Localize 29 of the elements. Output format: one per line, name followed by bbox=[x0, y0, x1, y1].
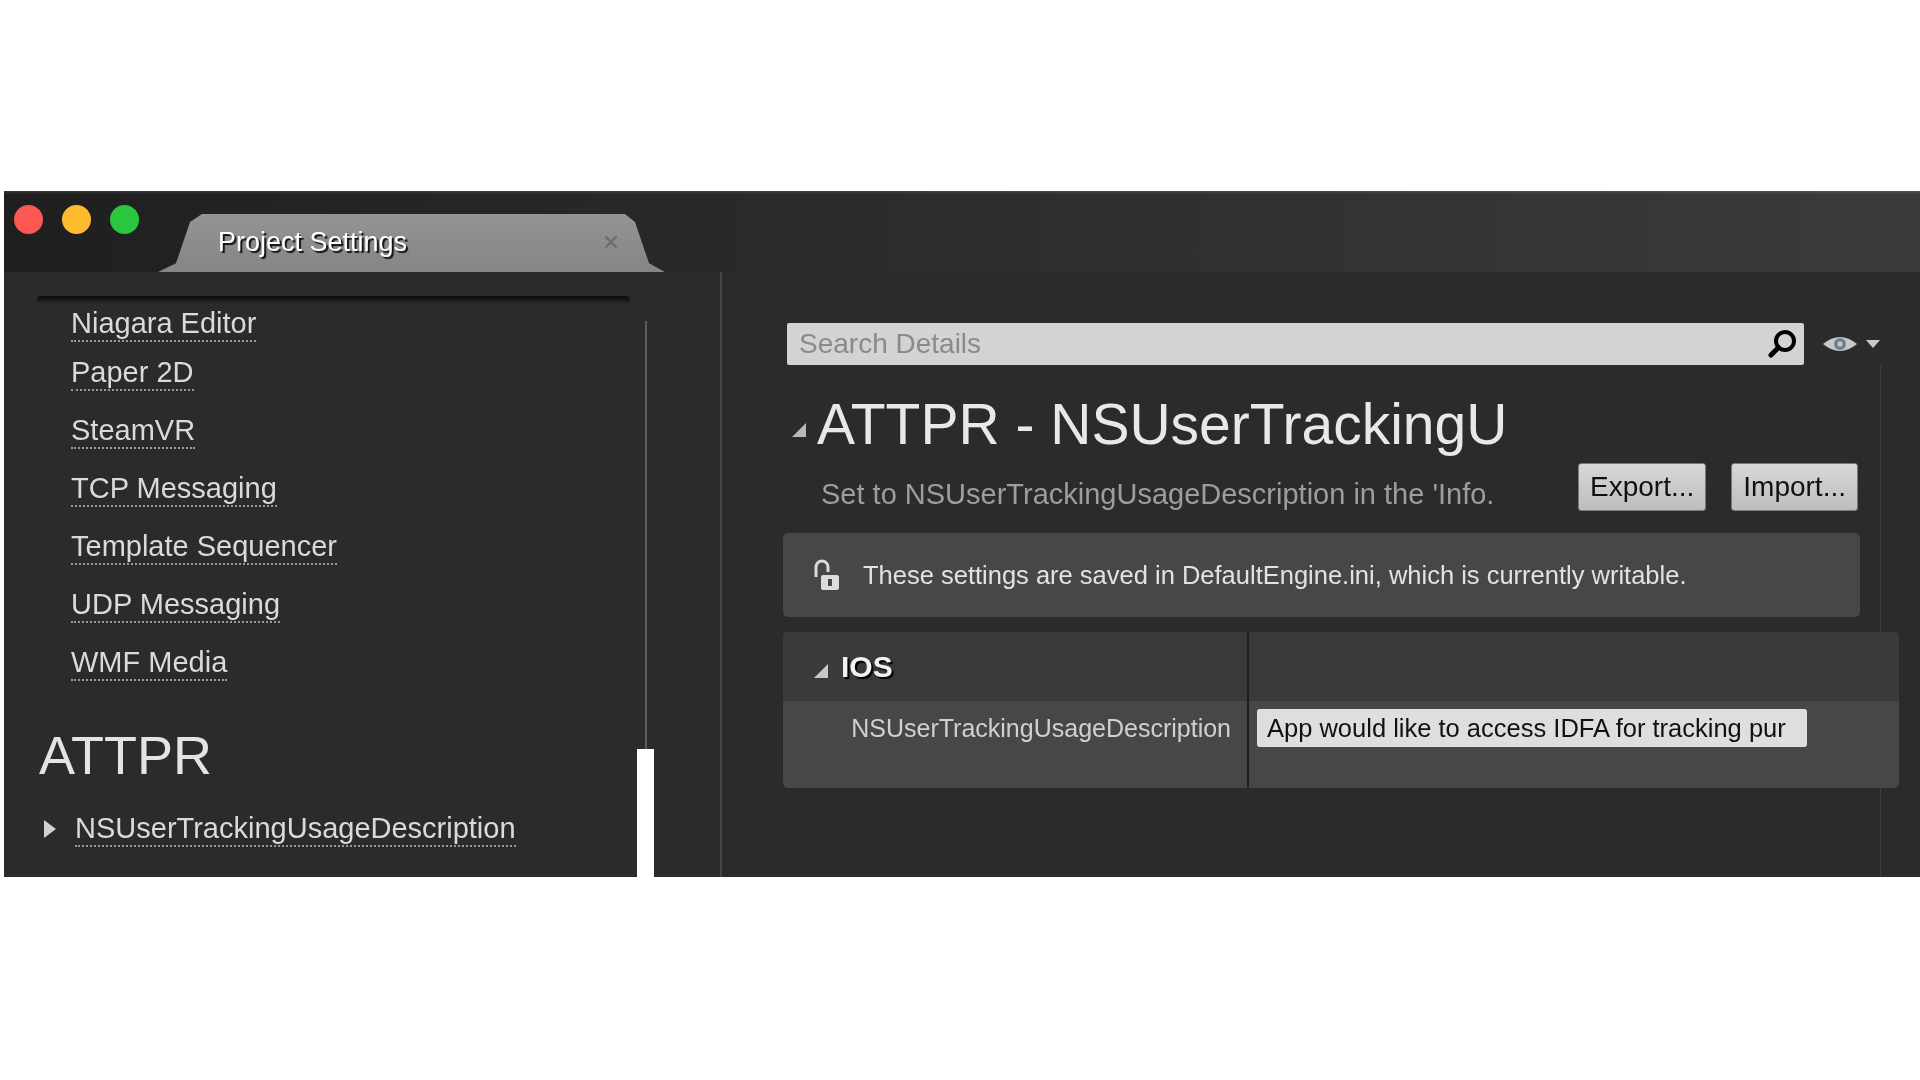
text-field[interactable]: App would like to access IDFA for tracking pur bbox=[1257, 709, 1807, 747]
section-title: ATTPR - NSUserTrackingU bbox=[817, 391, 1508, 458]
sidebar-link[interactable]: Paper 2D bbox=[71, 355, 194, 391]
sidebar-link[interactable]: Niagara Editor bbox=[71, 306, 257, 342]
notice-text: These settings are saved in DefaultEngine.ini, which is currently writable. bbox=[863, 560, 1687, 590]
minimize-window-button[interactable] bbox=[62, 205, 91, 234]
action-button[interactable]: Export... bbox=[1578, 463, 1707, 511]
sidebar-heading: ATTPR bbox=[39, 724, 212, 787]
sidebar-link[interactable]: SteamVR bbox=[71, 413, 196, 449]
category-title: IOS bbox=[841, 649, 893, 684]
triangle-icon[interactable] bbox=[814, 663, 828, 678]
triangle-icon[interactable] bbox=[792, 423, 806, 437]
search-field[interactable]: Search Details bbox=[787, 323, 1804, 365]
sidebar-link[interactable]: UDP Messaging bbox=[71, 587, 280, 623]
caret-icon bbox=[1866, 340, 1880, 348]
zoom-window-button[interactable] bbox=[110, 205, 139, 234]
property-name: NSUserTrackingUsageDescription bbox=[851, 713, 1231, 744]
sidebar-link[interactable]: WMF Media bbox=[71, 645, 228, 681]
description-text: Set to NSUserTrackingUsageDescription in the 'Info. bbox=[821, 477, 1496, 511]
sidebar-link[interactable]: Template Sequencer bbox=[71, 529, 337, 565]
sidebar-link[interactable]: TCP Messaging bbox=[71, 471, 277, 507]
scrollbar-thumb[interactable] bbox=[637, 749, 654, 877]
search-icon bbox=[1766, 328, 1798, 360]
triangle-icon[interactable] bbox=[44, 820, 57, 838]
close-window-button[interactable] bbox=[14, 205, 43, 234]
action-button[interactable]: Import... bbox=[1731, 463, 1858, 511]
category-header[interactable]: IOS bbox=[783, 632, 1899, 701]
eye-icon bbox=[1822, 334, 1858, 354]
sidebar-link[interactable]: NSUserTrackingUsageDescription bbox=[75, 811, 516, 847]
